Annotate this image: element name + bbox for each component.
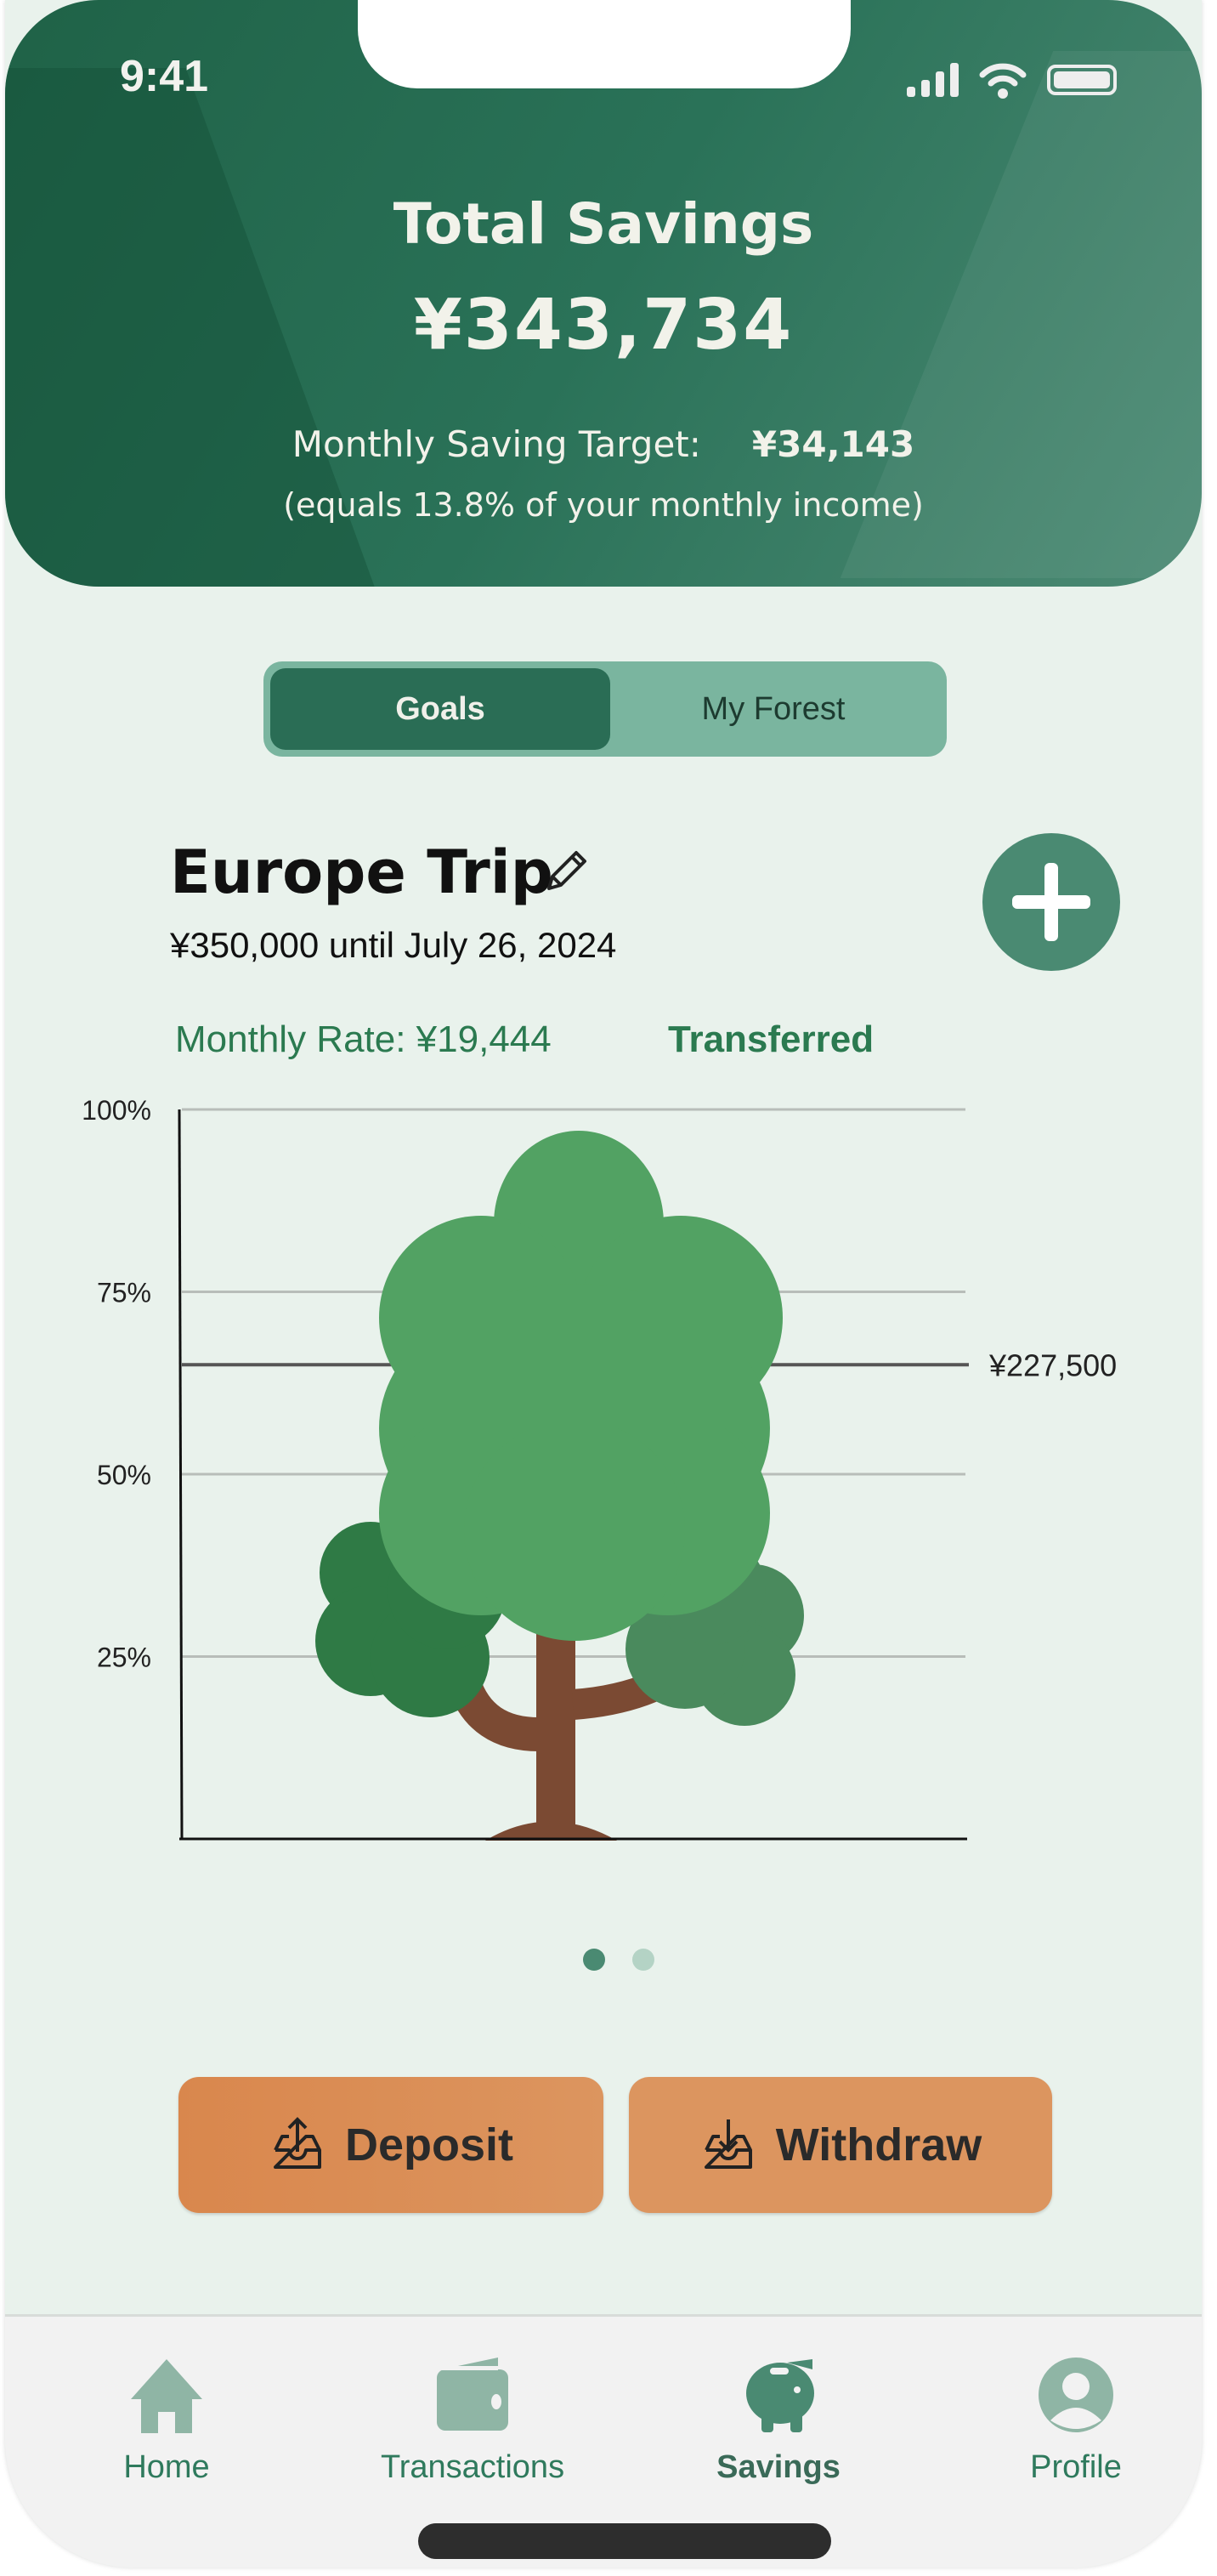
view-toggle: Goals My Forest — [263, 661, 947, 757]
tab-label: Transactions — [380, 2449, 565, 2485]
total-savings-amount: ¥343,734 — [413, 285, 794, 366]
phone-screen: 9:41 Total Savings ¥343,734 Monthly Savi… — [5, 0, 1202, 2567]
add-goal-button[interactable] — [982, 833, 1120, 971]
tab-savings[interactable]: Savings — [668, 2352, 889, 2486]
target-value: ¥34,143 — [751, 423, 915, 465]
y-tick-label: 50% — [97, 1460, 151, 1490]
inbox-download-icon — [704, 2119, 752, 2169]
y-tick-label: 25% — [97, 1643, 151, 1673]
tab-my-forest[interactable]: My Forest — [603, 668, 943, 750]
marker-label: ¥227,500 — [988, 1348, 1117, 1382]
profile-icon — [1039, 2358, 1113, 2432]
inbox-upload-icon — [273, 2117, 321, 2169]
page-dot[interactable] — [632, 1949, 654, 1971]
wallet-icon — [437, 2358, 508, 2431]
tree-illustration — [315, 1131, 804, 1841]
tab-label: Savings — [716, 2449, 841, 2485]
y-tick-label: 100% — [82, 1095, 151, 1126]
target-label: Monthly Saving Target: — [292, 423, 701, 465]
goal-title: Europe Trip — [170, 837, 553, 907]
monthly-rate: Monthly Rate: ¥19,444 — [175, 1018, 552, 1060]
deposit-label: Deposit — [344, 2119, 514, 2170]
income-note: (equals 13.8% of your monthly income) — [283, 486, 924, 524]
deposit-button[interactable]: Deposit — [178, 2077, 603, 2213]
home-icon — [131, 2359, 202, 2433]
tab-label: Home — [123, 2449, 210, 2485]
tab-profile[interactable]: Profile — [965, 2352, 1186, 2486]
edit-pencil-icon[interactable] — [541, 846, 592, 897]
home-indicator — [418, 2523, 831, 2559]
goal-summary: ¥350,000 until July 26, 2024 — [170, 925, 617, 965]
tab-transactions[interactable]: Transactions — [362, 2352, 583, 2486]
transfer-status: Transferred — [668, 1018, 875, 1060]
y-axis — [178, 1109, 184, 1840]
tab-home[interactable]: Home — [56, 2352, 277, 2486]
status-time: 9:41 — [120, 52, 209, 101]
withdraw-label: Withdraw — [775, 2119, 982, 2170]
signal-icon — [907, 63, 959, 97]
piggy-bank-icon — [746, 2359, 814, 2432]
withdraw-button[interactable]: Withdraw — [629, 2077, 1052, 2213]
tab-goals[interactable]: Goals — [270, 668, 610, 750]
goal-progress-chart: 100% 75% 50% 25% ¥227,500 — [82, 1095, 1117, 1841]
wifi-icon — [979, 63, 1027, 99]
header-title: Total Savings — [393, 191, 814, 257]
y-tick-label: 75% — [97, 1278, 151, 1308]
battery-icon — [1047, 65, 1117, 95]
notch — [358, 0, 851, 88]
page-dot-active[interactable] — [583, 1949, 605, 1971]
tab-label: Profile — [1030, 2449, 1122, 2485]
monthly-target: Monthly Saving Target: ¥34,143 — [5, 423, 1202, 465]
status-icons — [907, 61, 1117, 99]
